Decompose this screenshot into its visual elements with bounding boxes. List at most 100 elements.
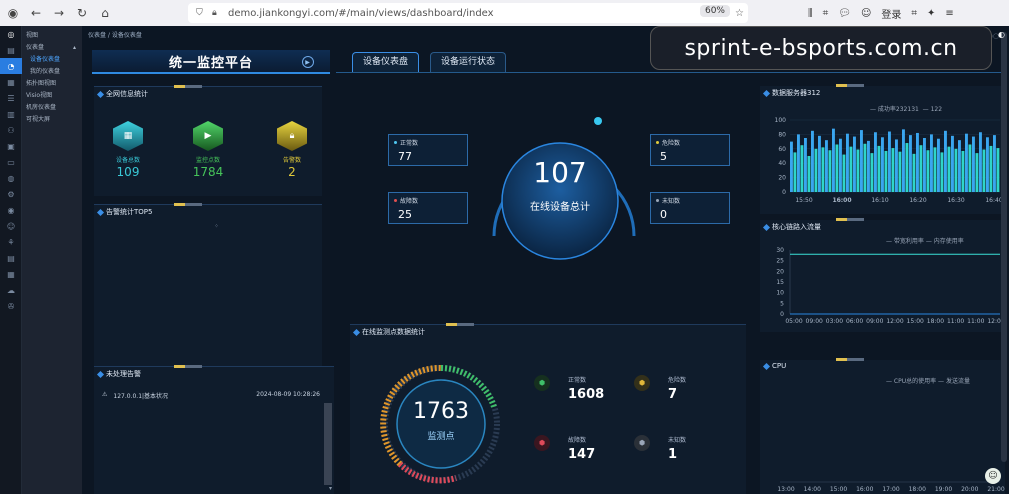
tab-device-status[interactable]: 设备运行状态 [430,52,507,72]
sidebar-item-visio[interactable]: Visio视图 [22,90,82,102]
tool-icon[interactable]: ✇ [0,298,22,314]
normal-dot-icon [394,141,397,144]
alerts-title: 未处理告警 [98,369,141,379]
core-link-panel: 核心链路入流量 — 带宽利用率 — 内存使用率 0 5 10 15 20 25 30 05:0… [760,218,1005,332]
stat-label: 监控点数 [195,157,220,164]
sidebar-item-screen[interactable]: 可视大屏 [22,114,82,126]
y-tick-label: 20 [778,175,786,182]
bar [856,149,860,192]
network-icon[interactable]: ⚘ [0,234,22,250]
dashboard-icon[interactable]: ◔ [0,58,22,74]
ring-dot [594,117,602,125]
back-icon[interactable]: ← [26,3,46,23]
extension-badge-icon[interactable]: ◐ [998,30,1005,39]
extensions-icon[interactable]: ✦ [927,8,935,19]
cloud-icon[interactable]: ☁ [0,282,22,298]
settings-icon[interactable]: ⚙ [0,186,22,202]
alert-icon[interactable]: ◉ [0,202,22,218]
list-icon[interactable]: ☰ [0,90,22,106]
bar [863,143,867,192]
gauge-inner [396,379,486,469]
reload-icon[interactable]: ↻ [72,3,92,23]
app-icon[interactable]: ◉ [3,3,23,23]
crop-icon[interactable]: ⌗ [823,8,829,19]
zoom-level[interactable]: 60% [699,5,730,17]
stat-value: 109 [116,165,140,179]
table-row[interactable]: ⚠ 127.0.0.1|基本状况 2024-08-09 10:28:26 [102,391,320,400]
address-bar[interactable]: ⛉ 🔒︎ demo.jiankongyi.com/#/main/views/da… [188,3,748,23]
scroll-down-icon[interactable]: ▾ [329,485,332,492]
y-tick-label: 40 [778,160,786,167]
sidebar-item-my-dashboard[interactable]: 我的仪表盘 [22,66,82,78]
normal-hex-icon: ⬢ [534,375,550,391]
screenshot-icon[interactable]: ⌗ [911,8,917,19]
storage-icon[interactable]: ▦ [0,266,22,282]
sidebar-item-view[interactable]: 视图 [22,30,82,42]
y-tick-label: 5 [780,300,784,307]
device-icon[interactable]: ▣ [0,138,22,154]
bar [870,153,874,192]
bar [797,134,800,192]
report-icon[interactable]: ▤ [0,250,22,266]
sidebar-item-room[interactable]: 机房仪表盘 [22,102,82,114]
online-total: 107 [533,156,587,189]
sidebar-item-topology[interactable]: 拓扑图视图 [22,78,82,90]
card-unknown[interactable]: 未知数 0 [650,192,730,224]
login-label[interactable]: 登录 [881,6,901,21]
bar [849,146,853,192]
overview-panel: 全网信息统计 ▦ 设备总数 109 ▶ 监控点数 1784 🔒︎ 告警数 2 [94,85,322,196]
play-icon[interactable]: ▶ [302,56,314,68]
view-icon[interactable]: ▤ [0,42,22,58]
monitor-icon[interactable]: ▭ [0,154,22,170]
sidebar-item-device-dashboard[interactable]: 设备仪表盘 [22,54,82,66]
bookmark-star-icon[interactable]: ☆ [735,8,744,19]
chart-icon[interactable]: ▥ [0,106,22,122]
x-tick-label: 15:00 [830,486,847,493]
y-tick-label: 100 [775,117,787,124]
home-icon[interactable]: ⌂ [95,3,115,23]
top5-title: 告警统计TOP5 [98,207,152,217]
library-icon[interactable]: ⫼ [808,8,813,19]
page-scrollbar[interactable] [1001,32,1007,462]
chat-icon[interactable]: 💬︎ [838,8,851,19]
bar [800,145,804,192]
icon-sidebar: ◎ ▤ ◔ ▦ ☰ ▥ ⚇ ▣ ▭ ◍ ⚙ ◉ ☺ ⚘ ▤ ▦ ☁ ✇ [0,26,22,494]
stat-value: 2 [288,165,296,179]
logo-icon[interactable]: ◎ [0,26,22,42]
x-tick-label: 11:00 [967,318,984,325]
sidebar-item-dashboard[interactable]: 仪表盘 ▴ [22,42,82,54]
bar [926,150,930,192]
panel-decoration [446,323,474,326]
bar [881,137,884,192]
sidebar-menu: 视图 仪表盘 ▴ 设备仪表盘 我的仪表盘 拓扑图视图 Visio视图 机房仪表盘 … [22,26,82,494]
browser-extension-bar: ⫼ ⌗ 💬︎ ☺ 登录 ⌗ ✦ ≡ [808,0,954,26]
menu-icon[interactable]: ≡ [945,8,953,19]
account-icon[interactable]: ☺ [861,8,871,19]
bar [877,145,881,192]
topology-icon[interactable]: ⚇ [0,122,22,138]
bar [989,145,993,192]
bar [923,138,926,192]
globe-icon[interactable]: ◍ [0,170,22,186]
card-danger[interactable]: 危险数 5 [650,134,730,166]
unknown-hex-icon: ⬢ [634,435,650,451]
bar [909,135,912,192]
bar [867,140,870,192]
assistant-icon[interactable]: ☺ [985,468,1001,484]
card-fault[interactable]: 故障数 25 [388,192,468,224]
bar [874,132,877,192]
x-tick-label: 05:00 [785,318,802,325]
user-icon[interactable]: ☺ [0,218,22,234]
dashboard-main: 仪表盘 / 设备仪表盘 统一监控平台 ▶ 设备仪表盘 设备运行状态 全网信息统计… [82,26,1009,494]
card-normal[interactable]: 正常数 77 [388,134,468,166]
alerts-scrollbar[interactable] [324,403,332,485]
bar [832,128,835,192]
bar [905,143,909,192]
lock-hex-icon: 🔒︎ [277,121,307,151]
grid-icon[interactable]: ▦ [0,74,22,90]
y-tick-label: 25 [776,258,784,265]
tab-device-dashboard[interactable]: 设备仪表盘 [352,52,420,72]
forward-icon[interactable]: → [49,3,69,23]
bar [821,147,825,192]
y-tick-label: 0 [780,311,784,318]
